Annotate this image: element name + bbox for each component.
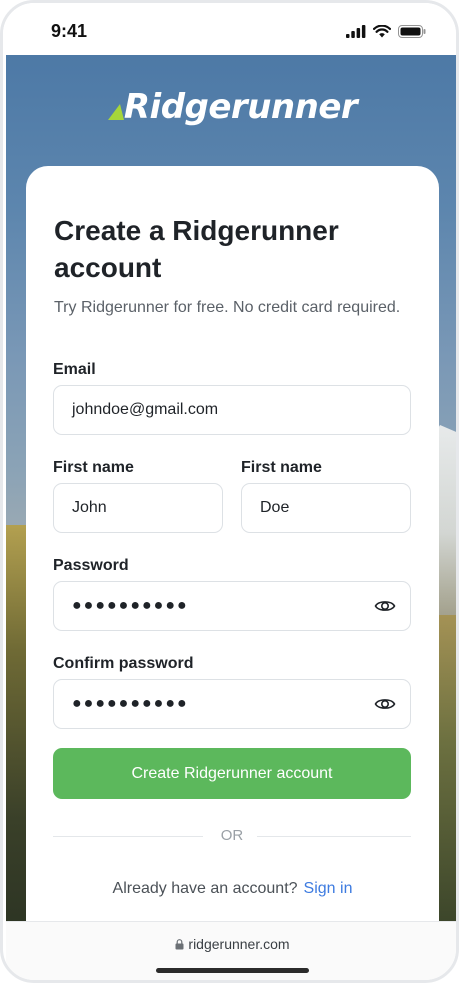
- signin-prompt: Already have an account?: [112, 880, 298, 897]
- url-text: ridgerunner.com: [188, 936, 290, 952]
- password-value: ●●●●●●●●●●: [72, 597, 189, 614]
- confirm-password-field[interactable]: ●●●●●●●●●●: [53, 679, 411, 729]
- first-name-value: John: [72, 499, 107, 516]
- first-name-label: First name: [53, 459, 134, 476]
- browser-url-bar: ridgerunner.com: [6, 921, 456, 980]
- url-display[interactable]: ridgerunner.com: [6, 936, 456, 952]
- signal-icon: [346, 24, 366, 38]
- last-name-value: Doe: [260, 499, 290, 516]
- signup-card: Create a Ridgerunner account Try Ridgeru…: [26, 166, 439, 926]
- status-time: 9:41: [51, 20, 88, 41]
- confirm-password-label: Confirm password: [53, 655, 194, 672]
- show-confirm-password-eye-icon[interactable]: [360, 680, 410, 728]
- divider-line-right: [257, 836, 411, 837]
- phone-frame: 9:41 Ridgerunner Create a Ridgerunner ac…: [0, 0, 459, 983]
- battery-icon: [398, 24, 426, 38]
- email-field[interactable]: johndoe@gmail.com: [53, 385, 411, 435]
- email-value: johndoe@gmail.com: [72, 401, 219, 418]
- lock-icon: [175, 938, 184, 949]
- password-label: Password: [53, 557, 129, 574]
- home-indicator[interactable]: [156, 968, 309, 973]
- status-bar: 9:41: [3, 3, 456, 55]
- brand-name: Ridgerunner: [123, 87, 358, 127]
- page-subtitle: Try Ridgerunner for free. No credit card…: [54, 299, 401, 316]
- last-name-label: First name: [241, 459, 322, 476]
- wifi-icon: [373, 24, 391, 37]
- create-account-button[interactable]: Create Ridgerunner account: [53, 748, 411, 799]
- password-field[interactable]: ●●●●●●●●●●: [53, 581, 411, 631]
- brand-logo: Ridgerunner: [3, 87, 456, 127]
- last-name-field[interactable]: Doe: [241, 483, 411, 533]
- signin-row: Already have an account? Sign in: [26, 880, 439, 898]
- or-divider: OR: [53, 827, 411, 845]
- confirm-password-value: ●●●●●●●●●●: [72, 695, 189, 712]
- status-icons: [346, 24, 426, 38]
- email-label: Email: [53, 361, 96, 378]
- logo-triangle-icon: [107, 104, 124, 120]
- show-password-eye-icon[interactable]: [360, 582, 410, 630]
- page-title: Create a Ridgerunner account: [54, 215, 339, 283]
- first-name-field[interactable]: John: [53, 483, 223, 533]
- signin-link[interactable]: Sign in: [304, 880, 353, 897]
